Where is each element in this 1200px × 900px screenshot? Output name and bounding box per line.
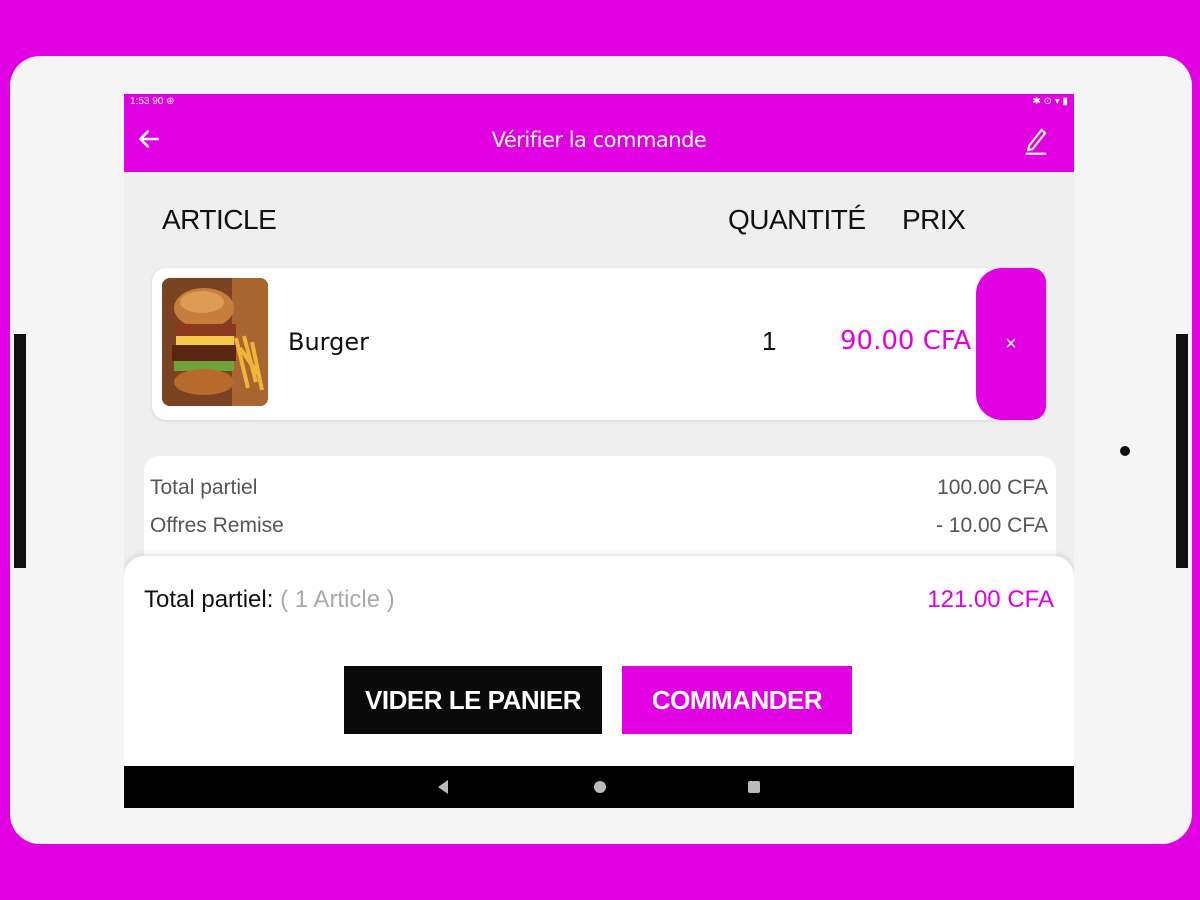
status-bar: 1:53 90 ⊛ ✱ ⊙ ▾ ▮ (124, 94, 1074, 112)
pencil-icon[interactable] (1022, 124, 1050, 156)
tablet-side-edge-left (14, 334, 26, 568)
page-title: Vérifier la commande (491, 128, 707, 152)
checkout-panel: Total partiel: ( 1 Article ) 121.00 CFA … (124, 556, 1074, 766)
order-button[interactable]: COMMANDER (622, 666, 852, 734)
burger-image (162, 278, 268, 406)
clear-cart-button[interactable]: VIDER LE PANIER (344, 666, 602, 734)
total-item-count: ( 1 Article ) (280, 586, 395, 613)
nav-home-icon[interactable] (594, 781, 606, 793)
app-screen: 1:53 90 ⊛ ✱ ⊙ ▾ ▮ Vérifier la commande A… (124, 94, 1074, 808)
system-nav-bar (124, 766, 1074, 808)
column-header-price: PRIX (902, 204, 966, 235)
item-price: 90.00 CFA (840, 326, 972, 356)
total-label-group: Total partiel: ( 1 Article ) (144, 586, 395, 614)
app-bar: Vérifier la commande (124, 112, 1074, 172)
camera-dot (1120, 446, 1130, 456)
total-value: 121.00 CFA (927, 586, 1054, 613)
cart-item: Burger 1 90.00 CFA × (152, 268, 1046, 420)
nav-recents-icon[interactable] (748, 781, 760, 793)
total-label: Total partiel: (144, 586, 274, 613)
nav-back-icon[interactable] (438, 780, 448, 794)
close-icon: × (1005, 332, 1017, 355)
summary-row-subtotal: Total partiel 100.00 CFA (150, 476, 1048, 500)
remove-item-button[interactable]: × (976, 268, 1046, 420)
discount-label: Offres Remise (150, 514, 284, 537)
summary-row-discount: Offres Remise - 10.00 CFA (150, 514, 1048, 538)
column-header-quantity: QUANTITÉ (728, 204, 866, 235)
item-quantity: 1 (762, 326, 777, 356)
status-time: 1:53 (130, 96, 150, 107)
subtotal-value: 100.00 CFA (937, 476, 1048, 499)
subtotal-label: Total partiel (150, 476, 258, 499)
status-left: 1:53 90 ⊛ (130, 96, 175, 110)
tablet-side-edge-right (1176, 334, 1188, 568)
discount-value: - 10.00 CFA (935, 514, 1048, 537)
column-header-article: ARTICLE (162, 204, 277, 235)
status-right-icons: ✱ ⊙ ▾ ▮ (1032, 96, 1068, 107)
status-left-icons: 90 ⊛ (152, 96, 175, 107)
item-name: Burger (288, 328, 369, 356)
